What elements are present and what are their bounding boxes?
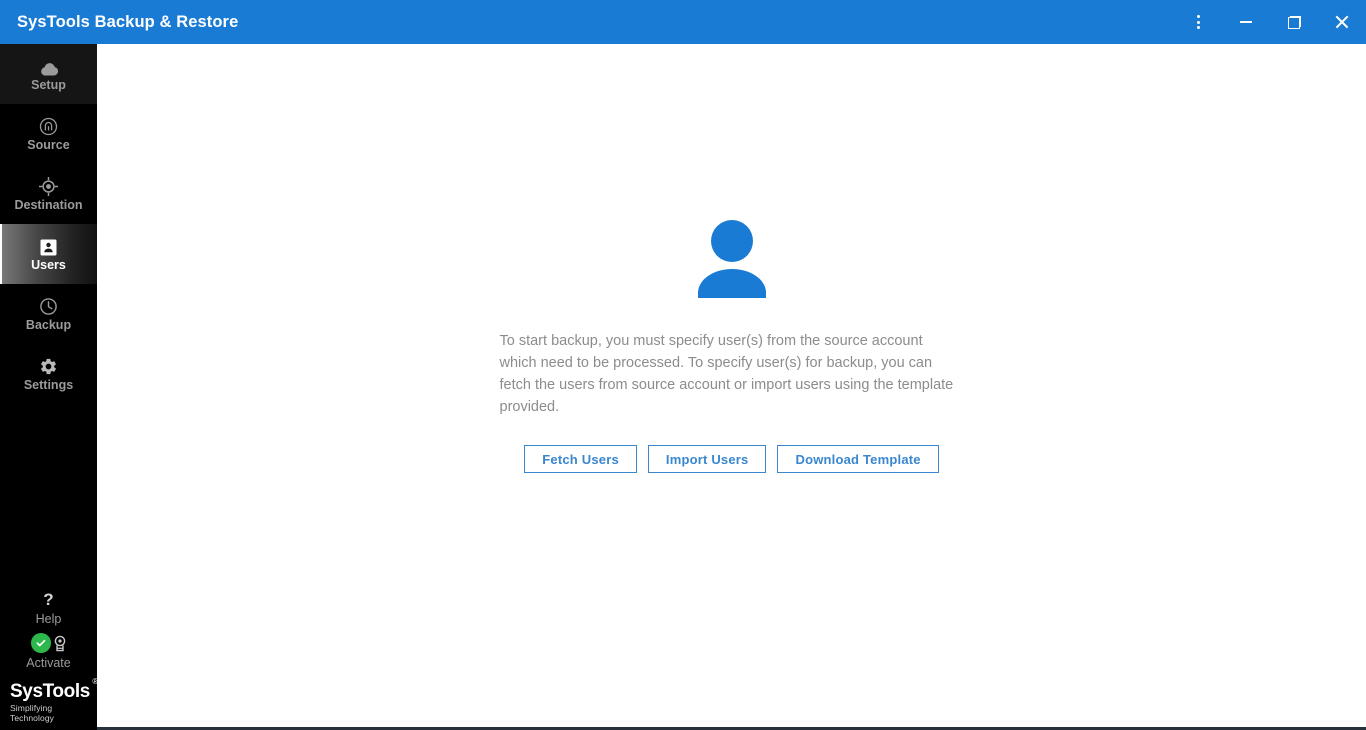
brand-logo: SysTools ® Simplifying Technology: [0, 674, 98, 730]
sidebar-item-destination[interactable]: Destination: [0, 164, 97, 224]
minimize-button[interactable]: [1222, 0, 1270, 44]
source-arch-icon: [39, 116, 58, 136]
sidebar: Setup Source Destination Users Backup Se…: [0, 44, 98, 730]
kebab-menu-icon: [1196, 15, 1200, 29]
sidebar-item-label: Destination: [14, 198, 83, 213]
restore-window-icon: [1287, 15, 1301, 29]
brand-tagline: Simplifying Technology: [10, 702, 55, 723]
sidebar-item-settings[interactable]: Settings: [0, 344, 97, 404]
application-window: SysTools Backup & Restore Setup Source D…: [0, 0, 1366, 730]
sidebar-item-label: Setup: [31, 78, 66, 93]
main-content: To start backup, you must specify user(s…: [97, 44, 1366, 727]
crosshair-icon: [39, 176, 58, 197]
question-mark-icon: ?: [43, 589, 54, 609]
check-circle-icon: [30, 632, 51, 653]
sidebar-item-label: Backup: [25, 318, 72, 333]
medal-icon: [52, 635, 68, 657]
sidebar-item-label: Settings: [23, 378, 74, 393]
help-item[interactable]: ? Help: [0, 588, 97, 628]
help-label: Help: [35, 611, 62, 626]
sidebar-item-backup[interactable]: Backup: [0, 284, 97, 344]
empty-state-description: To start backup, you must specify user(s…: [499, 333, 954, 415]
brand-name: SysTools ®: [10, 677, 98, 702]
action-buttons: Fetch Users Import Users Download Templa…: [524, 445, 939, 473]
sidebar-item-label: Source: [27, 138, 70, 153]
gear-icon: [39, 356, 58, 376]
activate-icon-group: [19, 632, 79, 657]
window-controls: [1174, 0, 1366, 44]
download-template-button[interactable]: Download Template: [777, 445, 939, 473]
import-users-button[interactable]: Import Users: [647, 445, 767, 473]
close-button[interactable]: [1318, 0, 1366, 44]
cloud-icon: [39, 56, 59, 76]
sidebar-item-users[interactable]: Users: [0, 224, 97, 284]
fetch-users-button[interactable]: Fetch Users: [524, 445, 637, 473]
user-avatar-icon: [697, 220, 766, 298]
minimize-icon: [1240, 21, 1252, 23]
sidebar-item-source[interactable]: Source: [0, 104, 97, 164]
activate-label: Activate: [26, 655, 71, 670]
sidebar-item-label: Users: [31, 258, 66, 273]
close-icon: [1335, 15, 1349, 29]
title-bar: SysTools Backup & Restore: [0, 0, 1366, 44]
sidebar-item-setup[interactable]: Setup: [0, 44, 97, 104]
user-card-icon: [40, 236, 57, 256]
clock-icon: [39, 296, 58, 316]
sidebar-bottom-group: ? Help Activate SysTools ® Simplifying T…: [0, 588, 98, 730]
brand-name-text: SysTools: [10, 680, 90, 702]
menu-button[interactable]: [1174, 0, 1222, 44]
activate-item[interactable]: Activate: [0, 628, 97, 674]
app-title: SysTools Backup & Restore: [17, 12, 239, 31]
restore-button[interactable]: [1270, 0, 1318, 44]
